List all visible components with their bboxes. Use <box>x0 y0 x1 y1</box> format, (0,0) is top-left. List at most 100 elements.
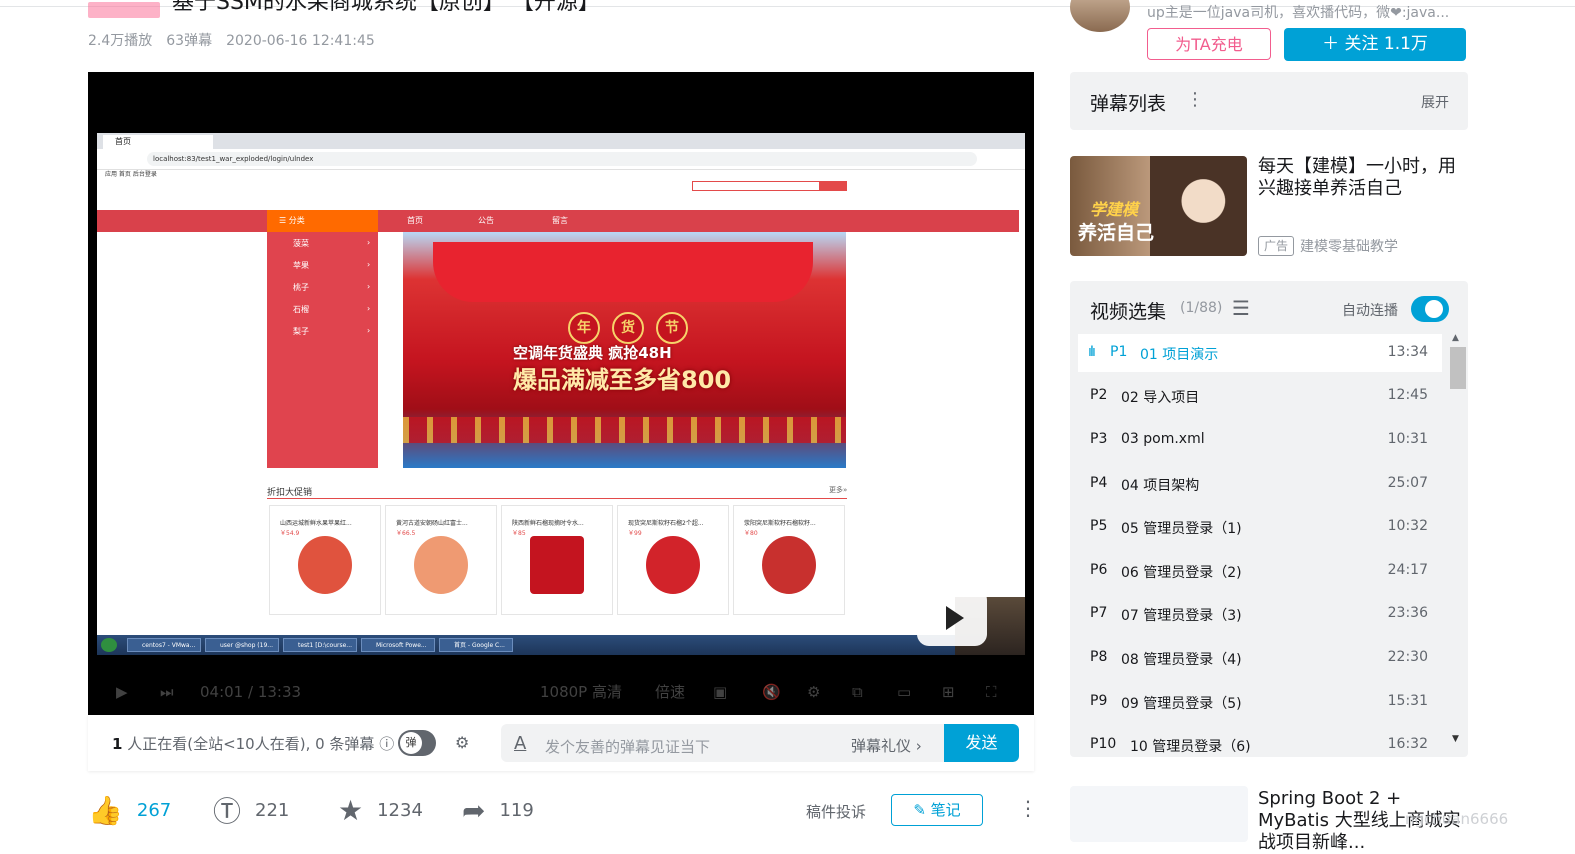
edit-icon: ✎ <box>913 801 926 819</box>
episode-number: P7 <box>1090 605 1108 621</box>
like-button[interactable]: 👍 267 <box>88 794 171 827</box>
category-item: 菠菜 <box>293 239 309 248</box>
help-icon[interactable]: ⓘ <box>379 735 394 753</box>
episode-duration: 15:31 <box>1387 693 1428 709</box>
play-control-icon[interactable]: ▶ <box>116 680 128 704</box>
ad-source[interactable]: 建模零基础教学 <box>1300 236 1398 256</box>
product-image <box>298 536 352 594</box>
settings-icon[interactable]: ⚙ <box>807 680 820 704</box>
taskbar-item: Microsoft Powe... <box>361 638 435 652</box>
product-card: 现货突尼斯软籽石榴2个超... ￥99 <box>617 505 729 615</box>
favorite-count: 1234 <box>377 799 423 821</box>
uploader-avatar[interactable] <box>1070 0 1130 32</box>
ad-image-text: 学建模 <box>1090 200 1139 219</box>
uploader-description: up主是一位java司机，喜欢播代码，微❤:java... <box>1147 5 1450 21</box>
share-count: 119 <box>499 799 534 821</box>
complaint-link[interactable]: 稿件投诉 <box>806 801 866 822</box>
watermark: ngchuan6666 <box>1405 810 1509 828</box>
nav-message: 留言 <box>552 216 568 225</box>
player-controls: ▶ ⏭ 04:01 / 13:33 1080P 高清 倍速 ▣ 🔇 ⚙ ⧉ ▭ … <box>110 680 1020 704</box>
episode-number: P3 <box>1090 431 1108 447</box>
episode-name: 06 管理员登录（2) <box>1121 565 1242 581</box>
danmaku-etiquette-link[interactable]: 弹幕礼仪 › <box>851 735 922 756</box>
episode-item[interactable]: P8 08 管理员登录（4) 22:30 <box>1078 639 1442 677</box>
episode-item[interactable]: P2 02 导入项目 12:45 <box>1078 377 1442 415</box>
episode-number: P8 <box>1090 649 1108 665</box>
time-display: 04:01 / 13:33 <box>200 683 302 701</box>
charge-button[interactable]: 为TA充电 <box>1147 28 1271 60</box>
list-view-icon[interactable]: ☰ <box>1232 296 1250 320</box>
category-item: 石榴 <box>293 305 309 314</box>
episode-name: 07 管理员登录（3) <box>1121 608 1242 624</box>
episode-duration: 24:17 <box>1387 562 1428 578</box>
episode-item[interactable]: P10 10 管理员登录（6) 16:32 <box>1078 726 1442 756</box>
episode-item[interactable]: P3 03 pom.xml 10:31 <box>1078 421 1442 459</box>
product-price: ￥99 <box>628 530 642 537</box>
banner-subline: 爆品满减至多省800 <box>513 366 732 394</box>
episode-item[interactable]: P5 05 管理员登录（1) 10:32 <box>1078 508 1442 546</box>
next-icon[interactable]: ⏭ <box>160 680 174 704</box>
taskbar-item: user @shop (19... <box>205 638 279 652</box>
taskbar-item: centos7 - VMwa... <box>127 638 201 652</box>
send-button[interactable]: 发送 <box>944 724 1019 762</box>
product-title: 现货突尼斯软籽石榴2个超... <box>628 520 704 527</box>
danmaku-list-menu-icon[interactable]: ⋮ <box>1186 89 1204 110</box>
chevron-right-icon: › <box>367 304 371 313</box>
speed-select[interactable]: 倍速 <box>655 680 685 704</box>
site-search-button <box>819 181 847 191</box>
episode-item[interactable]: P9 09 管理员登录（5) 15:31 <box>1078 683 1442 721</box>
font-style-icon[interactable]: A <box>514 733 526 754</box>
promo-section-title: 折扣大促销 <box>267 488 313 498</box>
mute-icon[interactable]: 🔇 <box>762 680 781 704</box>
episode-number: P9 <box>1090 693 1108 709</box>
episode-name: 08 管理员登录（4) <box>1121 652 1242 668</box>
ad-thumbnail[interactable]: 学建模 养活自己 <box>1070 156 1247 256</box>
episode-item[interactable]: P4 04 项目架构 25:07 <box>1078 465 1442 503</box>
episode-item[interactable]: P7 07 管理员登录（3) 23:36 <box>1078 595 1442 633</box>
scroll-down-arrow-icon[interactable]: ▼ <box>1452 734 1459 744</box>
video-frame: 首页 localhost:83/test1_war_exploded/login… <box>97 133 1025 655</box>
pip-icon[interactable]: ⧉ <box>852 680 863 704</box>
ad-image-text: 养活自己 <box>1078 222 1155 244</box>
episode-panel-title: 视频选集 <box>1090 301 1167 323</box>
more-options-icon[interactable]: ⋮ <box>1018 796 1038 820</box>
share-button[interactable]: ➦ 119 <box>462 794 534 827</box>
fullscreen-icon[interactable]: ⛶ <box>986 680 997 704</box>
episode-name: 03 pom.xml <box>1121 431 1205 447</box>
favorite-button[interactable]: ★ 1234 <box>338 794 423 827</box>
follow-button[interactable]: ＋ 关注 1.1万 <box>1284 28 1466 61</box>
danmaku-list-expand[interactable]: 展开 <box>1421 92 1449 112</box>
episode-scrollbar-thumb[interactable] <box>1450 347 1466 389</box>
view-count: 2.4万播放 <box>88 33 153 49</box>
coin-button[interactable]: Ⓣ 221 <box>213 794 289 828</box>
episode-item-active[interactable]: ıIı P1 01 项目演示 13:34 <box>1078 334 1442 372</box>
danmaku-off-icon[interactable]: ▣ <box>713 680 727 704</box>
viewer-count: 1 <box>112 735 123 753</box>
ad-title[interactable]: 每天【建模】一小时，用兴趣接单养活自己 <box>1258 156 1470 200</box>
quality-select[interactable]: 1080P 高清 <box>540 680 622 704</box>
scroll-up-arrow-icon[interactable]: ▲ <box>1452 333 1459 343</box>
banner-rail <box>403 417 846 443</box>
banner-char: 节 <box>656 312 688 344</box>
recommend-thumbnail[interactable] <box>1070 786 1248 842</box>
episode-number: P2 <box>1090 387 1108 403</box>
danmaku-settings-icon[interactable]: ⚙ <box>455 733 481 753</box>
notes-button[interactable]: ✎ 笔记 <box>891 794 983 826</box>
product-title: 山西运城新鲜水果苹果红... <box>280 520 352 527</box>
chevron-right-icon: › <box>367 238 371 247</box>
episode-number: P5 <box>1090 518 1108 534</box>
episode-item[interactable]: P6 06 管理员登录（2) 24:17 <box>1078 552 1442 590</box>
coin-icon: Ⓣ <box>213 795 242 828</box>
category-item: 桃子 <box>293 283 309 292</box>
autoplay-toggle-knob <box>1425 300 1443 318</box>
episode-duration: 16:32 <box>1387 736 1428 752</box>
webfullscreen-icon[interactable]: ⊞ <box>942 680 955 704</box>
browser-bookmarks: 应用 首页 后台登录 <box>105 171 157 178</box>
widescreen-icon[interactable]: ▭ <box>897 680 911 704</box>
nav-notice: 公告 <box>478 216 494 225</box>
taskbar-item: test1 [D:\course... <box>283 638 357 652</box>
banner-char: 年 <box>568 312 600 344</box>
episode-number: P10 <box>1090 736 1117 752</box>
autoplay-label: 自动连播 <box>1342 303 1398 319</box>
play-icon <box>946 606 964 630</box>
